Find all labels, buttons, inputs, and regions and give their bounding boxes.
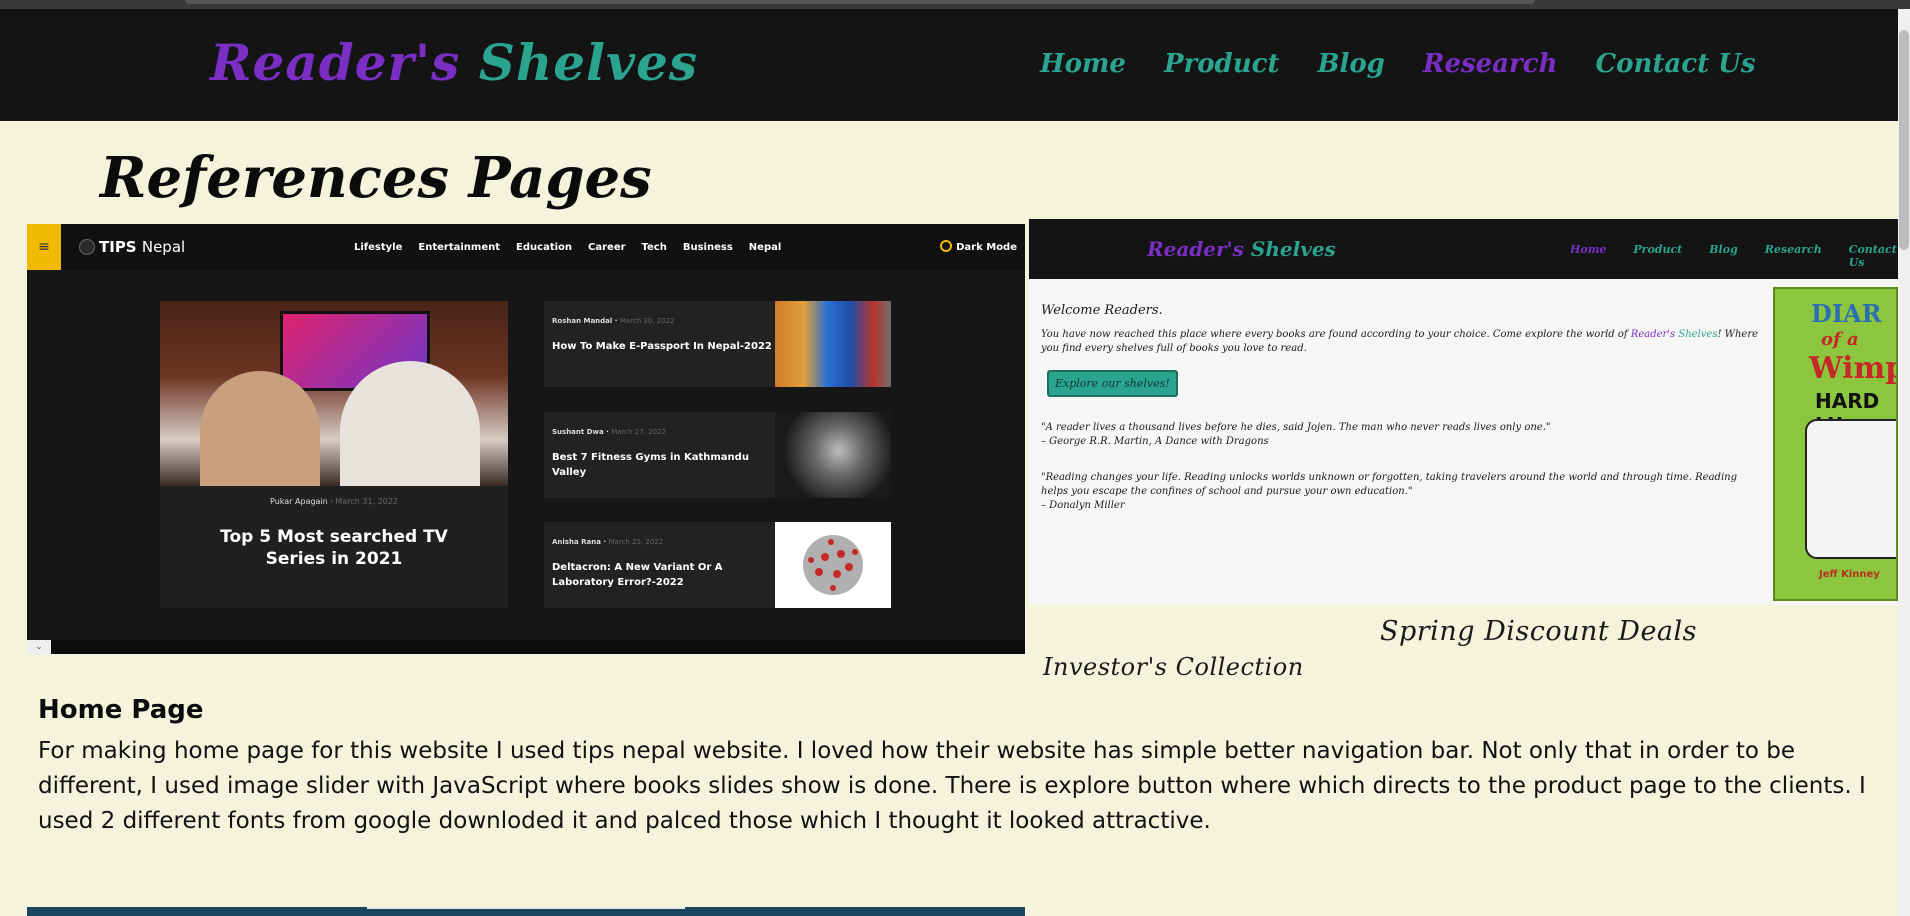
card-title: Best 7 Fitness Gyms in Kathmandu Valley [552,452,749,478]
book-illustration [1805,419,1896,559]
card-meta: Roshan Mandal · March 30, 2022 [552,317,675,325]
ref-left-link: Tech [641,242,667,253]
ref-right-brand-part2: Shelves [1250,237,1336,261]
reference-image-tips-nepal: ≡ TIPS Nepal Lifestyle Entertainment Edu… [27,224,1025,654]
ref-left-link: Entertainment [418,242,501,253]
ref-right-link: Product [1633,243,1683,256]
passport-thumbnail [775,301,891,387]
hero-author: Pukar Apagain [270,497,328,506]
quote-1: "A reader lives a thousand lives before … [1041,421,1761,449]
ref-left-link: Education [516,242,573,253]
quote-1-author: – George R.R. Martin, A Dance with Drago… [1041,436,1269,447]
card-title: How To Make E-Passport In Nepal-2022 [552,341,772,352]
para-brand1: Reader's [1630,329,1676,340]
browser-tab-bar [185,0,1535,4]
brand-logo[interactable]: Reader's Shelves [210,33,698,92]
person-shape [200,371,320,486]
card-author: Sushant Dwa [552,428,604,436]
card-meta: Anisha Rana · March 25, 2022 [552,538,664,546]
nav-home[interactable]: Home [1040,49,1126,79]
book-cover-image: DIAR of a Wimpy HARD LU Jeff Kinney [1773,287,1898,601]
ref-left-link: Business [682,242,733,253]
ref-left-dark-mode-label: Dark Mode [956,242,1017,253]
ref-right-links: Home Product Blog Research Contact Us [1570,243,1898,269]
virus-thumbnail [775,522,891,608]
ref-left-link: Career [588,242,626,253]
quote-2-text: "Reading changes your life. Reading unlo… [1041,472,1737,497]
card-date: March 25, 2022 [608,538,664,546]
brand-part2: Shelves [478,33,699,92]
scrollbar-thumb[interactable] [1899,30,1909,250]
quote-2-author: – Donalyn Miller [1041,500,1125,511]
logo-mark-icon [79,239,95,255]
ref-right-brand-part1: Reader's [1147,237,1244,261]
virus-icon [803,535,863,595]
main-nav: Home Product Blog Research Contact Us [1040,49,1755,79]
site-navbar: Reader's Shelves Home Product Blog Resea… [0,9,1898,121]
card-author: Anisha Rana [552,538,601,546]
investor-collection-caption: Investor's Collection [1043,653,1304,681]
ref-right-brand: Reader's Shelves [1147,237,1336,261]
next-reference-image [27,907,1025,916]
explore-button: Explore our shelves! [1047,370,1178,397]
next-image-line [367,907,685,909]
ref-left-navbar: ≡ TIPS Nepal Lifestyle Entertainment Edu… [27,224,1025,270]
para-text: You have now reached this place where ev… [1041,329,1628,340]
ref-left-bottom-bar [27,640,1025,654]
ref-right-navbar: Reader's Shelves Home Product Blog Resea… [1029,219,1898,279]
nav-contact-us[interactable]: Contact Us [1595,49,1755,79]
book-title-line: DIAR [1811,299,1882,328]
card-title: Deltacron: A New Variant Or A Laboratory… [552,562,723,588]
browser-top-strip [0,0,1910,9]
ref-left-dark-mode: Dark Mode [940,240,1017,253]
ref-left-logo-thin: Nepal [141,238,186,256]
toggle-icon [940,240,953,252]
ref-left-card: Anisha Rana · March 25, 2022 Deltacron: … [544,522,891,608]
section-text: For making home page for this website I … [38,738,1866,834]
reference-image-readers-shelves: Reader's Shelves Home Product Blog Resea… [1029,219,1898,605]
ref-right-link: Contact Us [1848,243,1897,269]
card-date: March 30, 2022 [619,317,675,325]
ref-right-link: Research [1764,243,1822,256]
ref-left-card: Roshan Mandal · March 30, 2022 How To Ma… [544,301,891,387]
chevron-down-icon: ⌄ [27,640,51,654]
ref-left-logo: TIPS Nepal [79,238,185,256]
ref-right-body: Welcome Readers. You have now reached th… [1041,303,1761,513]
spring-deals-caption: Spring Discount Deals [1380,616,1698,647]
ref-right-link: Home [1570,243,1607,256]
hero-photo [160,301,508,486]
ref-left-links: Lifestyle Entertainment Education Career… [354,242,781,253]
para-brand2: Shelves [1678,329,1718,340]
card-date: March 27, 2022 [611,428,666,436]
card-meta: Sushant Dwa · March 27, 2022 [552,428,666,436]
hero-title: Top 5 Most searched TV Series in 2021 [220,527,448,569]
book-title-line: of a [1821,329,1859,350]
section-heading: Home Page [38,695,204,725]
book-title-line: Wimpy [1809,351,1896,386]
hero-date: March 31, 2022 [335,497,398,506]
welcome-heading: Welcome Readers. [1041,303,1163,318]
brand-part1: Reader's [210,33,461,92]
card-author: Roshan Mandal [552,317,613,325]
ref-left-logo-bold: TIPS [99,238,137,256]
hamburger-icon: ≡ [27,224,61,270]
quote-2: "Reading changes your life. Reading unlo… [1041,471,1761,513]
ref-left-link: Lifestyle [354,242,403,253]
nav-product[interactable]: Product [1164,49,1280,79]
quote-1-text: "A reader lives a thousand lives before … [1041,422,1551,433]
ref-right-link: Blog [1709,243,1738,256]
ref-left-hero-card: Pukar Apagain · March 31, 2022 Top 5 Mos… [160,301,508,608]
book-author: Jeff Kinney [1819,569,1880,580]
gym-thumbnail [775,412,891,498]
ref-left-link: Nepal [748,242,782,253]
person-shape [340,361,480,486]
hero-meta: Pukar Apagain · March 31, 2022 [270,497,398,506]
nav-research[interactable]: Research [1423,49,1558,79]
welcome-paragraph: You have now reached this place where ev… [1041,328,1761,356]
nav-blog[interactable]: Blog [1317,49,1384,79]
page-title: References Pages [100,145,652,211]
ref-left-card: Sushant Dwa · March 27, 2022 Best 7 Fitn… [544,412,891,498]
